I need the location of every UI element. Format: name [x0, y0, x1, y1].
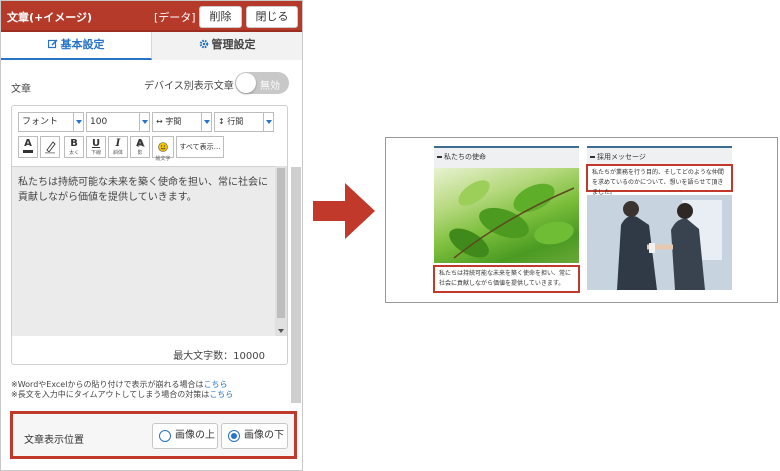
highlighter-icon: [45, 141, 56, 154]
toggle-state-label: 無効: [260, 81, 280, 92]
timeout-help-link[interactable]: こちら: [209, 390, 233, 399]
leaves-photo: [434, 168, 579, 263]
right-arrow-icon: [313, 183, 375, 239]
mission-caption: 私たちは持続可能な未来を築く使命を担い、常に社会に貢献しながら価値を提供していき…: [433, 265, 580, 293]
tab-admin-settings[interactable]: 管理設定: [152, 32, 302, 60]
font-select[interactable]: フォント: [18, 112, 84, 132]
emoji-icon: [158, 142, 168, 152]
line-height-value: 行間: [227, 117, 244, 126]
bold-icon: B: [70, 138, 78, 149]
panel-scrollbar[interactable]: [291, 167, 301, 403]
handshake-photo: [587, 195, 732, 290]
scroll-down-icon[interactable]: [278, 329, 284, 333]
color-swatch: [23, 150, 33, 153]
rich-text-editor: フォント 100 ↔ 字間 ↕ 行間 A B 太く U 下線 I 斜体 A 影 …: [11, 105, 288, 365]
line-height-icon: ↕: [218, 117, 228, 126]
italic-caption: 斜体: [112, 150, 123, 156]
text-color-icon: A: [24, 138, 32, 149]
chevron-down-icon: [73, 113, 83, 131]
mission-heading: 私たちの使命: [434, 146, 579, 168]
highlight-button[interactable]: [40, 136, 60, 158]
emoji-caption: 絵文字: [155, 156, 171, 162]
underline-icon: U: [91, 138, 101, 149]
leaves-illustration: [449, 180, 575, 259]
position-above-image-radio[interactable]: 画像の上: [152, 423, 218, 449]
shadow-icon: A: [136, 138, 144, 149]
max-char-count: 最大文字数：10000: [173, 351, 265, 362]
underline-caption: 下線: [90, 150, 101, 156]
chevron-down-icon: [139, 113, 149, 131]
bold-caption: 太く: [68, 150, 79, 156]
radio-checked-icon: [228, 430, 240, 442]
tab-admin-label: 管理設定: [211, 38, 256, 51]
scroll-thumb[interactable]: [277, 168, 285, 318]
emoji-button[interactable]: 絵文字: [152, 136, 174, 162]
show-all-button[interactable]: すべて表示…: [176, 136, 224, 158]
text-field-label: 文章: [11, 84, 31, 95]
shadow-button[interactable]: A 影: [130, 136, 150, 158]
paste-help-link[interactable]: こちら: [203, 380, 227, 389]
underline-button[interactable]: U 下線: [86, 136, 106, 158]
paste-note-text: ※WordやExcelからの貼り付けで表示が崩れる場合は: [11, 380, 204, 389]
size-select-value: 100: [90, 117, 108, 127]
toggle-knob: [236, 73, 256, 93]
chevron-down-icon: [201, 113, 211, 131]
position-below-image-radio[interactable]: 画像の下: [221, 423, 288, 449]
line-height-select[interactable]: ↕ 行間: [214, 112, 274, 132]
tab-basic-settings[interactable]: 基本設定: [1, 32, 152, 60]
body-textarea[interactable]: 私たちは持続可能な未来を築く使命を担い、常に社会に貢献しながら価値を提供していき…: [12, 166, 287, 336]
italic-button[interactable]: I 斜体: [108, 136, 128, 158]
textarea-scrollbar[interactable]: [275, 166, 287, 336]
layout-preview: 私たちの使命 採用メッセージ 私たちは持続可能な未来を築く使命を担い、常に社会に…: [385, 137, 778, 303]
handshake-illustration: [587, 195, 732, 290]
text-color-button[interactable]: A: [18, 136, 38, 158]
data-tag[interactable]: [データ]: [154, 9, 196, 25]
size-select[interactable]: 100: [86, 112, 150, 132]
tab-basic-label: 基本設定: [60, 38, 105, 51]
gear-icon: [199, 39, 208, 49]
position-label: 文章表示位置: [24, 435, 84, 446]
bold-button[interactable]: B 太く: [64, 136, 84, 158]
letter-spacing-select[interactable]: ↔ 字間: [152, 112, 212, 132]
position-below-label: 画像の下: [244, 430, 284, 441]
panel-title: 文章(+イメージ): [7, 11, 93, 24]
settings-tabs: 基本設定 管理設定: [1, 32, 302, 60]
device-text-label: デバイス別表示文章: [144, 81, 234, 92]
delete-button[interactable]: 削除: [199, 6, 242, 28]
text-position-setting: 文章表示位置 画像の上 画像の下: [10, 411, 297, 459]
editor-panel: 文章(+イメージ) [データ] 削除 閉じる 基本設定 管理設定 文章 デバイス…: [0, 0, 303, 471]
panel-header: 文章(+イメージ) [データ] 削除 閉じる: [1, 1, 302, 32]
timeout-note: ※長文を入力中にタイムアウトしてしまう場合の対策はこちら: [11, 389, 233, 400]
device-text-toggle[interactable]: 無効: [235, 72, 289, 94]
close-button[interactable]: 閉じる: [246, 6, 298, 28]
letter-spacing-icon: ↔: [156, 117, 166, 126]
chevron-down-icon: [263, 113, 273, 131]
font-select-value: フォント: [22, 117, 59, 127]
edit-icon: [47, 39, 58, 49]
position-above-label: 画像の上: [175, 430, 215, 441]
italic-icon: I: [115, 138, 121, 149]
shadow-caption: 影: [137, 150, 143, 156]
letter-spacing-value: 字間: [165, 117, 182, 126]
recruit-caption: 私たちが業務を行う目的、そしてどのような仲間を求めているのかについて、想いを語ら…: [586, 164, 733, 196]
timeout-note-text: ※長文を入力中にタイムアウトしてしまう場合の対策は: [11, 390, 210, 399]
radio-unchecked-icon: [159, 430, 171, 442]
